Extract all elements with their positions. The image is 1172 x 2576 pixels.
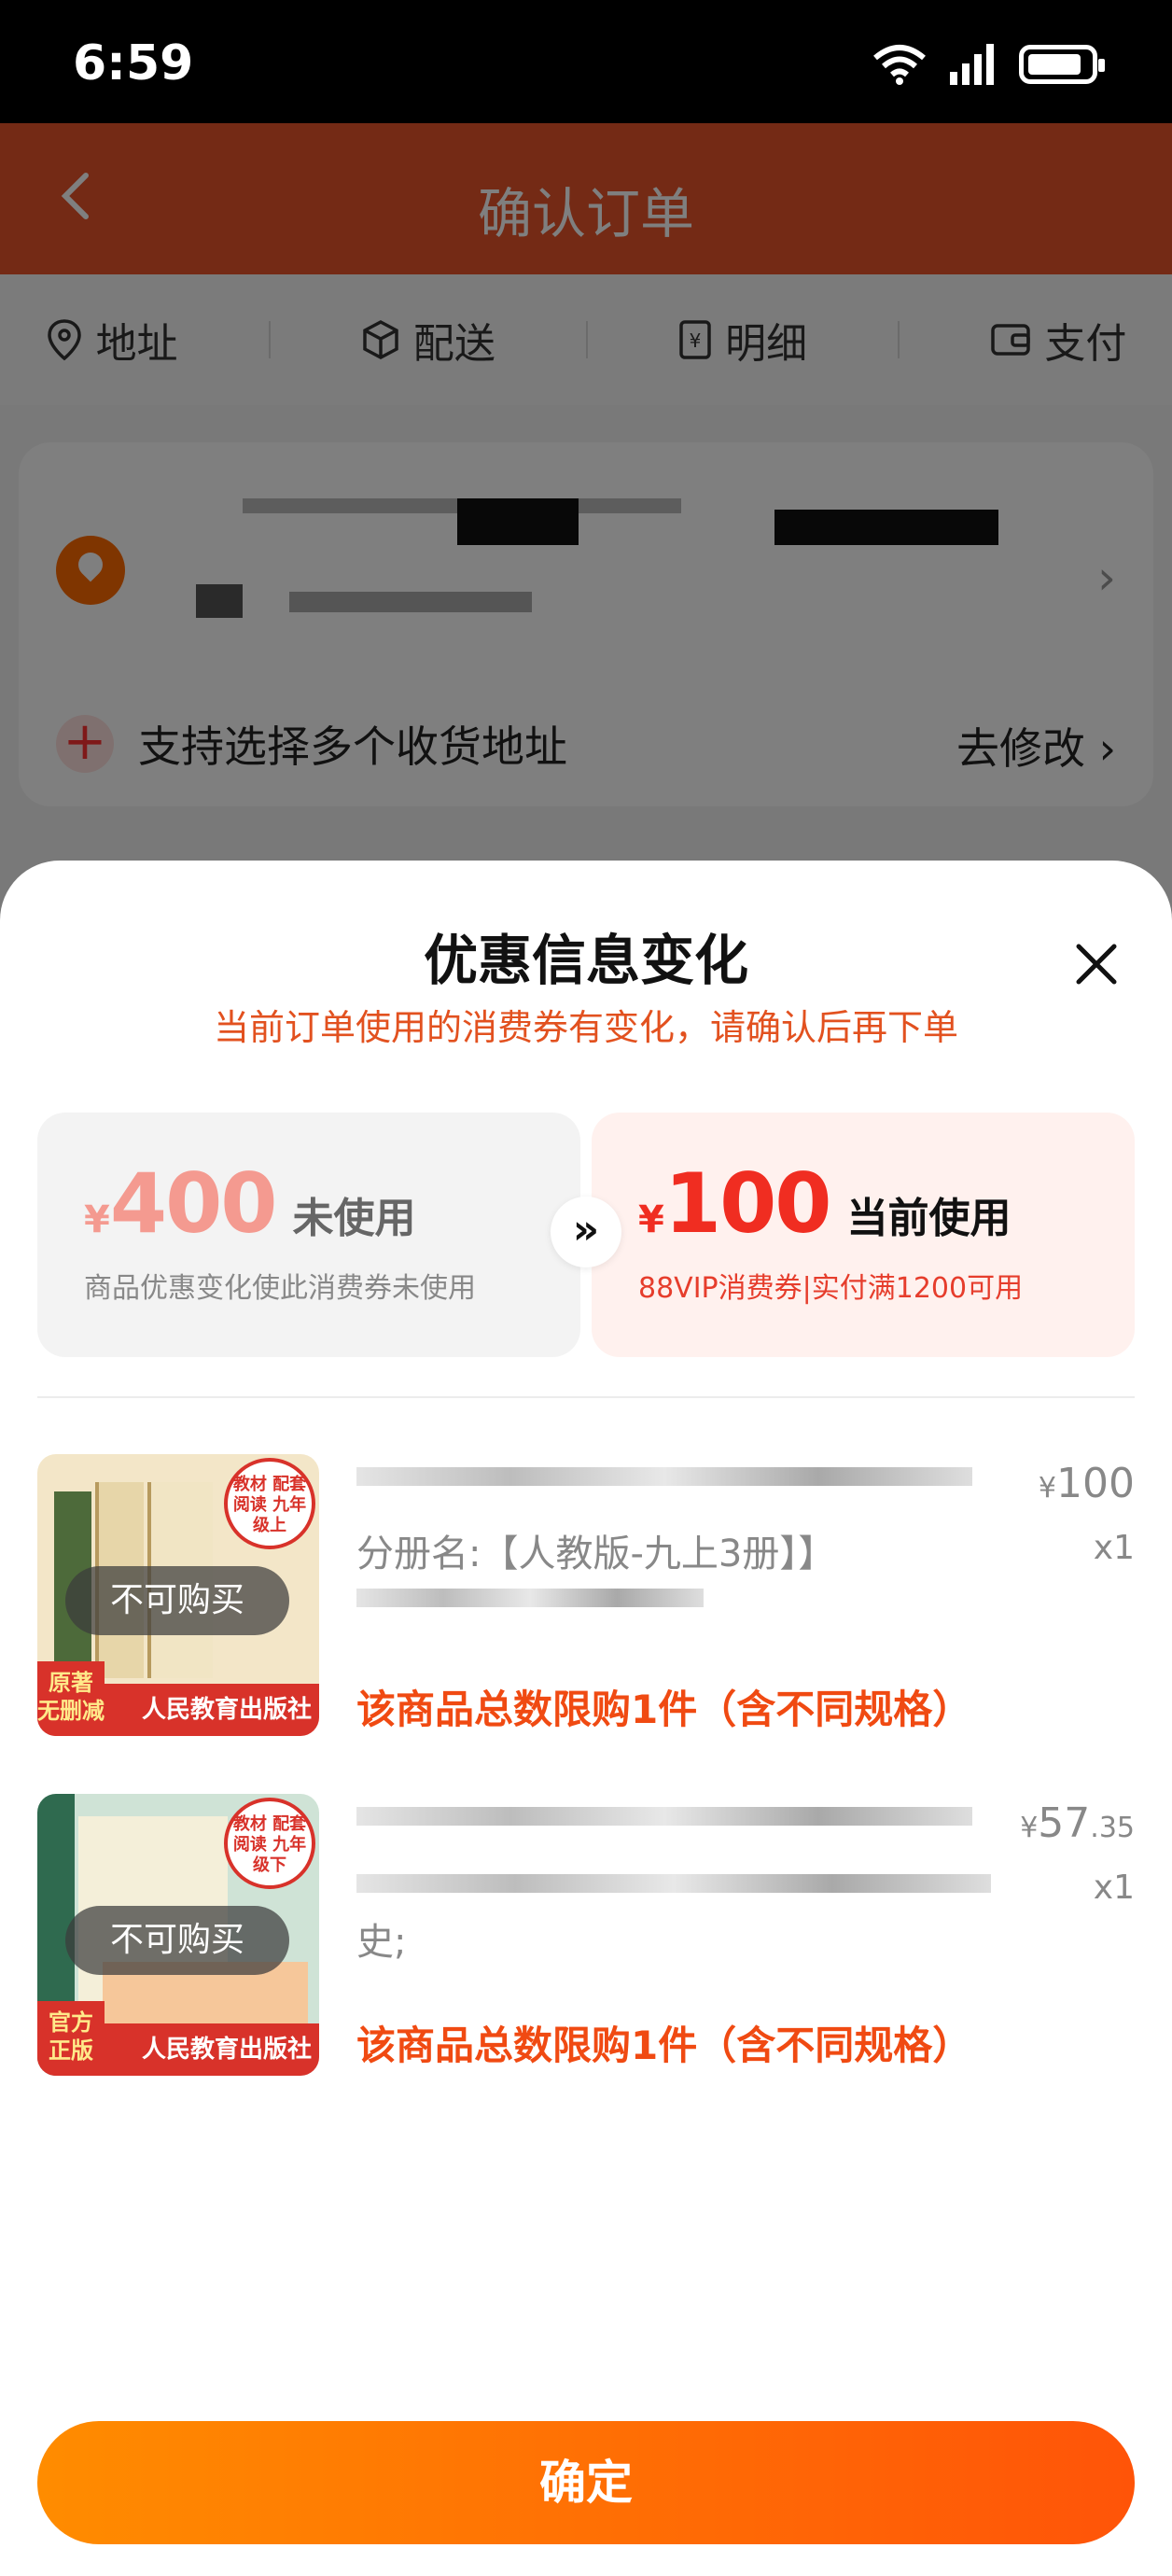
confirm-button[interactable]: 确定	[37, 2421, 1135, 2544]
cover-tag: 教材 配套阅读 九年级下	[224, 1798, 315, 1889]
purchase-limit-text: 该商品总数限购1件（含不同规格）	[356, 2023, 972, 2068]
currency-symbol: ¥	[84, 1198, 110, 1241]
product-image: 教材 配套阅读 九年级上 不可购买 人民教育出版社 原著 无删减	[37, 1454, 319, 1736]
discount-change-sheet: 优惠信息变化 当前订单使用的消费券有变化，请确认后再下单 ¥ 400 未使用 商…	[0, 861, 1172, 2576]
currency-symbol: ¥	[638, 1198, 664, 1241]
cover-tag: 教材 配套阅读 九年级上	[224, 1458, 315, 1549]
coupon-status: 未使用	[292, 1195, 416, 1242]
coupon-desc: 商品优惠变化使此消费券未使用	[84, 1272, 476, 1305]
spec-text: 分册名:【人教版-九上3册】】	[356, 1533, 836, 1575]
redacted-text	[356, 1874, 991, 1893]
currency-symbol: ¥	[1020, 1812, 1039, 1844]
product-image: 教材 配套阅读 九年级下 不可购买 人民教育出版社 官方 正版	[37, 1794, 319, 2076]
coupon-amount: 100	[663, 1155, 832, 1252]
item-quantity: x1	[1093, 1529, 1135, 1567]
signal-icon	[950, 44, 994, 85]
cover-corner: 原著 无删减	[37, 1661, 105, 1736]
coupon-amount: 400	[109, 1155, 278, 1252]
price-decimal: .35	[1090, 1812, 1135, 1844]
coupon-desc: 88VIP消费券|实付满1200可用	[638, 1272, 1024, 1305]
battery-icon	[1019, 45, 1105, 84]
redacted-title	[356, 1807, 972, 1826]
old-coupon-card: ¥ 400 未使用 商品优惠变化使此消费券未使用	[37, 1113, 580, 1357]
status-icons	[872, 43, 1105, 86]
sheet-title: 优惠信息变化	[423, 929, 748, 992]
double-arrow-icon: »	[551, 1197, 621, 1267]
cover-corner: 官方 正版	[37, 2001, 105, 2076]
status-bar: 6:59	[0, 0, 1172, 123]
unavailable-badge: 不可购买	[65, 1906, 289, 1975]
divider	[37, 1396, 1135, 1398]
spec-text: 史;	[356, 1921, 407, 1964]
item-price: ¥100	[1039, 1460, 1135, 1507]
list-item: 教材 配套阅读 九年级下 不可购买 人民教育出版社 官方 正版 史; 该商品总数…	[37, 1794, 1135, 2093]
unavailable-badge: 不可购买	[65, 1566, 289, 1635]
item-price: ¥57.35	[1020, 1799, 1135, 1847]
redacted-title	[356, 1467, 972, 1486]
item-quantity: x1	[1093, 1869, 1135, 1907]
currency-symbol: ¥	[1038, 1472, 1057, 1505]
coupon-status: 当前使用	[846, 1195, 1012, 1242]
status-time: 6:59	[73, 35, 194, 91]
price-integer: 57	[1038, 1799, 1091, 1847]
list-item: 教材 配套阅读 九年级上 不可购买 人民教育出版社 原著 无删减 分册名:【人教…	[37, 1454, 1135, 1753]
sheet-subtitle: 当前订单使用的消费券有变化，请确认后再下单	[213, 1007, 958, 1048]
new-coupon-card: ¥ 100 当前使用 88VIP消费券|实付满1200可用	[592, 1113, 1135, 1357]
wifi-icon	[873, 45, 926, 85]
price-integer: 100	[1056, 1460, 1135, 1507]
close-icon[interactable]	[1069, 937, 1123, 991]
redacted-text	[356, 1589, 704, 1607]
purchase-limit-text: 该商品总数限购1件（含不同规格）	[356, 1687, 972, 1732]
